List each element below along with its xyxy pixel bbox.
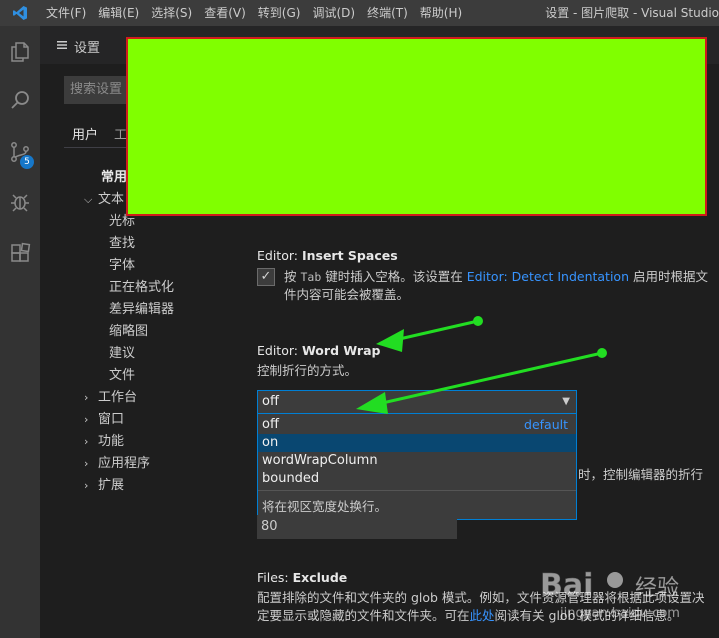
svg-text:jingyan.baidu.com: jingyan.baidu.com xyxy=(559,606,680,621)
annotation-arrows xyxy=(356,316,607,414)
arrow-to-word-wrap xyxy=(376,316,483,352)
svg-text:经验: 经验 xyxy=(635,576,679,601)
arrow-to-select xyxy=(356,348,607,414)
watermark-logo: Bai 经验 jingyan.baidu.com xyxy=(540,555,690,625)
svg-text:Bai: Bai xyxy=(540,568,593,603)
